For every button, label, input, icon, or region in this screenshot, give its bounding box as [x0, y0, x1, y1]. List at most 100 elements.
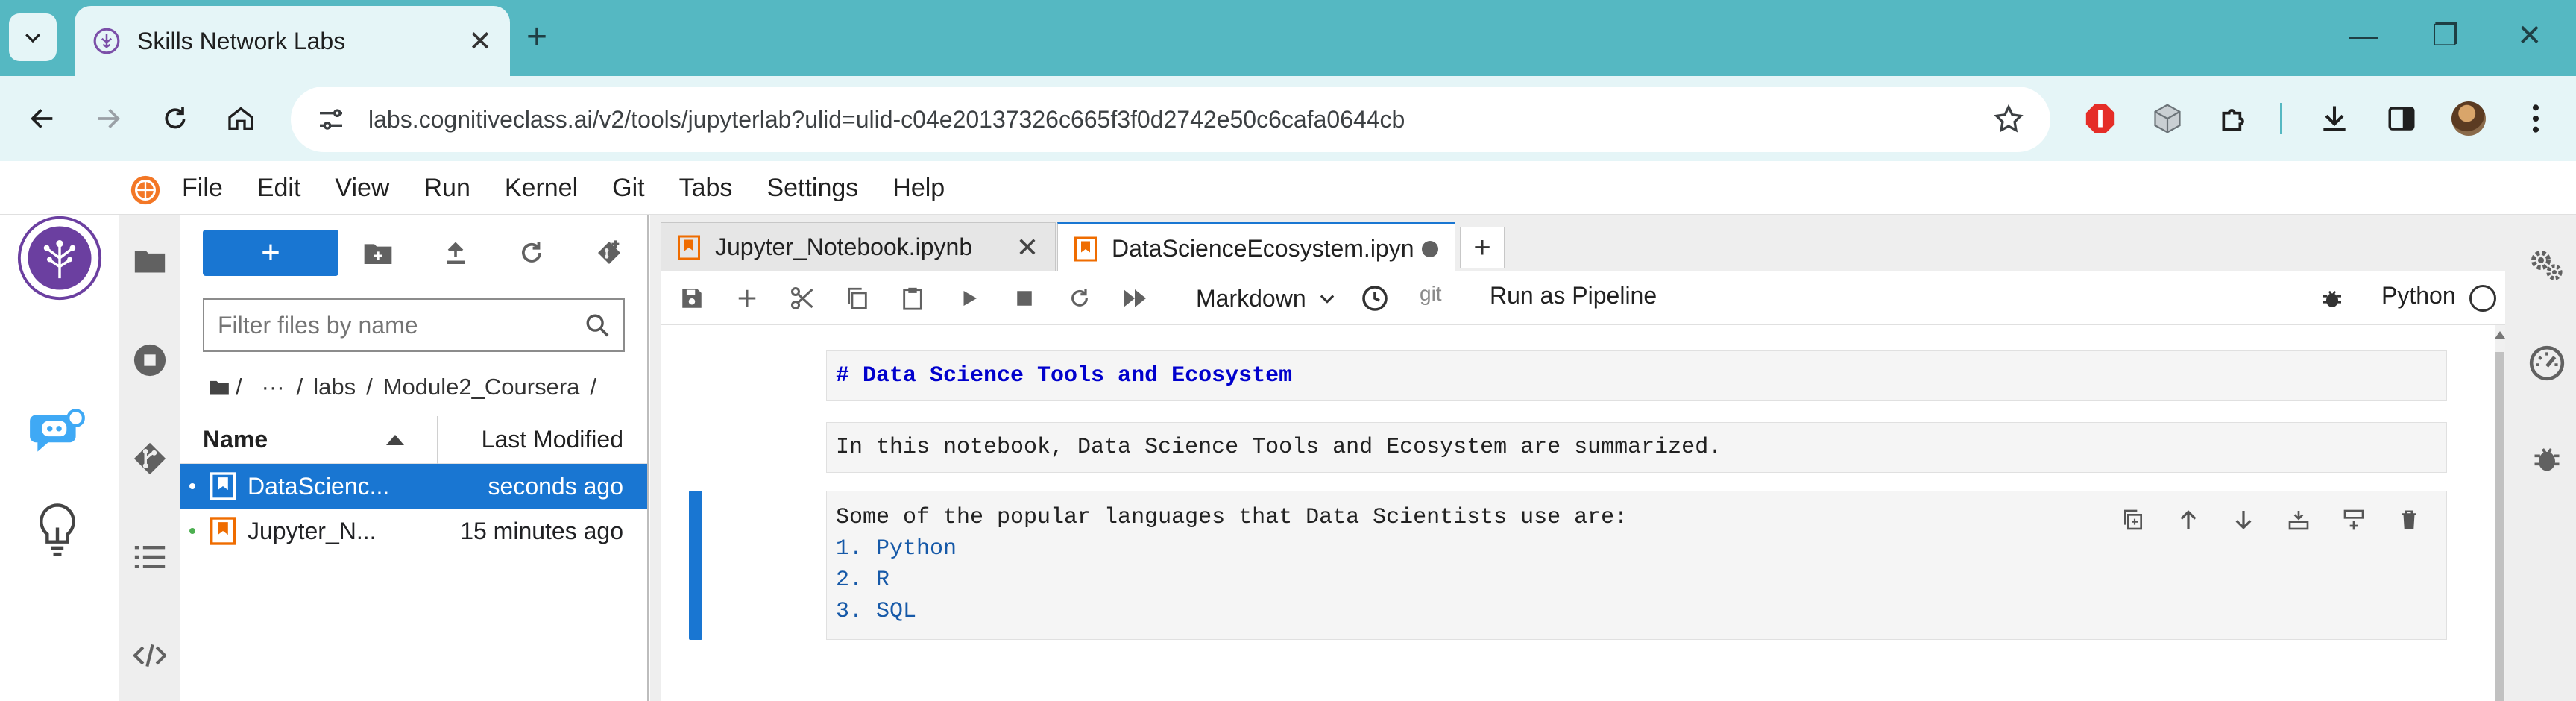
stop-square-icon [1017, 291, 1032, 306]
refresh-file-list-button[interactable] [513, 234, 550, 271]
jupyter-menubar: File Edit View Run Kernel Git Tabs Setti… [0, 161, 2576, 215]
file-row[interactable]: Jupyter_N... 15 minutes ago [180, 509, 647, 553]
new-launcher-button[interactable]: + [203, 230, 338, 276]
menu-edit[interactable]: Edit [257, 174, 301, 203]
browser-tab-active[interactable]: Skills Network Labs ✕ [75, 6, 510, 76]
unsaved-dot-icon[interactable] [1422, 240, 1438, 257]
url-text[interactable]: labs.cognitiveclass.ai/v2/tools/jupyterl… [368, 106, 1992, 133]
cell-type-dropdown[interactable]: Markdown [1196, 277, 1338, 319]
sort-ascending-icon[interactable] [386, 434, 404, 445]
site-info-icon[interactable] [316, 104, 346, 134]
file-row[interactable]: DataScienc... seconds ago [180, 464, 647, 509]
close-tab-icon[interactable]: ✕ [468, 25, 492, 58]
tab-resource-usage[interactable] [2527, 343, 2567, 383]
markdown-cell[interactable]: # Data Science Tools and Ecosystem [826, 350, 2447, 401]
tab-property-inspector[interactable] [2527, 245, 2567, 285]
new-tab-button[interactable]: + [526, 16, 547, 58]
delete-cell-button[interactable] [2381, 501, 2437, 538]
restart-run-all-button[interactable] [1117, 280, 1153, 316]
profile-button[interactable] [2447, 97, 2490, 140]
downloads-button[interactable] [2313, 97, 2356, 140]
save-button[interactable] [674, 280, 710, 316]
breadcrumb-module2[interactable]: Module2_Coursera [383, 374, 580, 400]
tab-debugger[interactable] [2527, 438, 2567, 479]
home-button[interactable] [219, 97, 262, 140]
copy-cell-button[interactable] [840, 280, 875, 316]
extensions-button[interactable] [2213, 97, 2256, 140]
run-cell-button[interactable] [951, 280, 987, 316]
menu-kernel[interactable]: Kernel [505, 174, 578, 203]
gears-icon [2531, 251, 2563, 280]
tab-table-of-contents[interactable] [119, 526, 180, 588]
lightbulb-icon[interactable] [33, 501, 82, 562]
menu-view[interactable]: View [335, 174, 389, 203]
paste-cell-button[interactable] [895, 280, 930, 316]
search-icon [586, 314, 609, 337]
move-cell-down-button[interactable] [2216, 501, 2271, 538]
tab-datascience-ecosystem[interactable]: DataScienceEcosystem.ipyn [1057, 222, 1455, 273]
tab-extension-manager[interactable] [119, 625, 180, 686]
scroll-up-arrow[interactable] [2495, 331, 2505, 339]
insert-cell-above-button[interactable] [2271, 501, 2326, 538]
debugger-toggle-button[interactable] [2314, 280, 2350, 316]
column-modified-header[interactable]: Last Modified [482, 426, 623, 453]
adblock-extension-button[interactable] [2079, 97, 2122, 140]
menu-git[interactable]: Git [612, 174, 644, 203]
cut-cell-button[interactable] [784, 280, 820, 316]
ai-assistant-chat-icon[interactable] [27, 403, 88, 464]
new-launcher-tab-button[interactable]: + [1460, 227, 1505, 268]
breadcrumb-folder-icon[interactable] [209, 378, 230, 396]
forward-button[interactable] [86, 97, 130, 140]
address-bar[interactable]: labs.cognitiveclass.ai/v2/tools/jupyterl… [291, 87, 2050, 152]
upload-button[interactable] [437, 234, 474, 271]
file-filter-input[interactable] [218, 311, 585, 339]
duplicate-cell-button[interactable] [2106, 501, 2161, 538]
kernel-name[interactable]: Python [2381, 282, 2456, 309]
notebook-icon [678, 235, 700, 260]
side-panel-button[interactable] [2380, 97, 2423, 140]
cube-extension-button[interactable] [2146, 97, 2189, 140]
restore-window-button[interactable]: ❐ [2432, 15, 2459, 57]
tab-search-button[interactable] [9, 13, 57, 61]
restart-kernel-button[interactable] [1062, 280, 1098, 316]
file-filter-box[interactable] [203, 298, 625, 352]
arrow-up-icon [2180, 510, 2196, 529]
notebook-scrollbar[interactable] [2495, 325, 2505, 701]
tab-file-browser[interactable] [119, 230, 180, 291]
bookmark-star-icon[interactable] [1992, 103, 2025, 136]
scrollbar-thumb[interactable] [2495, 352, 2504, 701]
breadcrumb-labs[interactable]: labs [313, 374, 356, 400]
menu-help[interactable]: Help [892, 174, 945, 203]
reload-button[interactable] [154, 97, 197, 140]
close-window-button[interactable]: ✕ [2517, 15, 2542, 57]
insert-cell-below-button[interactable] [2326, 501, 2381, 538]
menu-tabs[interactable]: Tabs [679, 174, 733, 203]
column-name-header[interactable]: Name [203, 426, 268, 453]
git-clone-button[interactable] [591, 234, 628, 271]
menu-run[interactable]: Run [423, 174, 470, 203]
new-folder-button[interactable] [359, 234, 397, 271]
run-as-pipeline-button[interactable]: Run as Pipeline [1490, 282, 1657, 309]
execution-time-button[interactable] [1357, 280, 1393, 316]
tab-jupyter-notebook[interactable]: Jupyter_Notebook.ipynb ✕ [661, 222, 1056, 271]
minimize-window-button[interactable]: — [2349, 15, 2378, 57]
interrupt-kernel-button[interactable] [1007, 280, 1042, 316]
menu-file[interactable]: File [182, 174, 223, 203]
breadcrumb-ellipsis[interactable]: ··· [262, 374, 285, 400]
column-divider[interactable] [437, 416, 438, 464]
move-cell-up-button[interactable] [2161, 501, 2216, 538]
skills-network-logo-icon[interactable] [16, 215, 103, 301]
back-button[interactable] [21, 97, 64, 140]
git-diff-label[interactable]: git [1420, 282, 1442, 306]
menu-settings[interactable]: Settings [766, 174, 858, 203]
insert-cell-button[interactable] [729, 280, 765, 316]
markdown-cell[interactable]: In this notebook, Data Science Tools and… [826, 422, 2447, 473]
git-icon [133, 442, 166, 475]
tab-git[interactable] [119, 428, 180, 489]
browser-menu-button[interactable] [2514, 97, 2557, 140]
file-modified: seconds ago [488, 472, 623, 500]
active-cell-collapser[interactable] [689, 491, 702, 640]
tab-running-sessions[interactable] [119, 330, 180, 391]
notebook-icon [1074, 236, 1097, 261]
close-tab-icon[interactable]: ✕ [1016, 232, 1039, 263]
